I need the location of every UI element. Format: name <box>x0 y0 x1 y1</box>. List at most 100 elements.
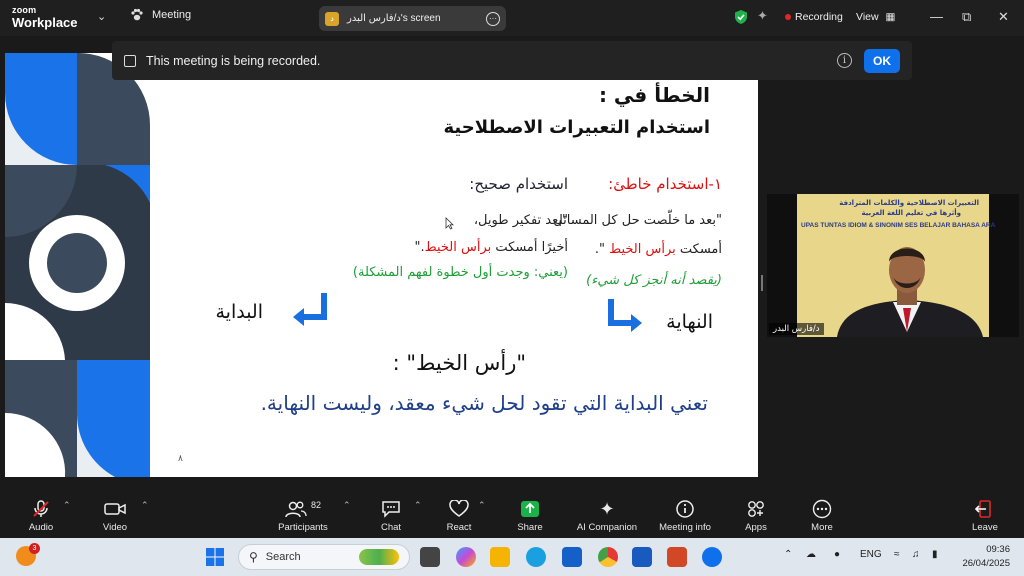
wrong-line2-text: أمسكت <box>675 242 722 257</box>
correct-example-explanation: (يعني: وجدت أول خطوة لفهم المشكلة) <box>352 265 568 280</box>
idiom-heading: "رأس الخيط" : <box>392 351 526 375</box>
leave-label: Leave <box>972 522 998 533</box>
windows-start-icon[interactable] <box>206 548 224 566</box>
video-banner-line3: UPAS TUNTAS IDIOM & SINONIM SES BELAJAR … <box>801 222 996 229</box>
search-placeholder: Search <box>265 551 301 563</box>
presenter-avatar: د <box>325 11 339 26</box>
mouse-cursor-icon <box>445 217 454 230</box>
right-line2-idiom: برأس الخيط <box>424 240 492 255</box>
recording-indicator[interactable]: Recording <box>785 11 843 23</box>
idiom-meaning: تعني البداية التي تقود لحل شيء معقد، ولي… <box>260 391 708 415</box>
restore-icon[interactable]: ⧉ <box>962 9 971 25</box>
mic-muted-icon <box>33 500 49 517</box>
start-label: البداية <box>215 301 263 323</box>
search-icon: ⚲ <box>249 550 258 564</box>
video-button[interactable]: Video <box>82 498 148 533</box>
microphone-tray-icon[interactable]: ● <box>834 549 840 560</box>
language-indicator[interactable]: ENG <box>860 549 882 560</box>
brand-small: zoom <box>12 5 37 15</box>
slide-content: الخطأ في : استخدام التعبيرات الاصطلاحية … <box>150 53 758 477</box>
leave-button[interactable]: Leave <box>952 498 1018 533</box>
end-label: النهاية <box>666 311 713 333</box>
ai-companion-icon: ✦ <box>599 498 615 519</box>
battery-icon[interactable]: ▮ <box>932 549 938 560</box>
copy-window-icon <box>124 54 136 67</box>
chevron-down-icon[interactable]: ⌄ <box>97 10 106 23</box>
onedrive-icon[interactable]: ☁ <box>806 549 816 560</box>
more-options-icon[interactable]: ··· <box>486 11 500 26</box>
wrong-line2-idiom: برأس الخيط <box>609 242 676 257</box>
apps-button[interactable]: Apps <box>723 498 789 533</box>
participant-name-tag: د/فارس البدر <box>769 323 824 335</box>
screen-share-indicator[interactable]: د د/فارس البدر's screen ··· <box>319 6 506 31</box>
search-highlight-icon <box>359 549 399 565</box>
minimize-icon[interactable]: — <box>930 9 943 24</box>
participants-count: 82 <box>310 500 321 510</box>
right-line2-text: أخيرًا أمسكت <box>491 240 568 255</box>
arrow-start-icon <box>293 293 327 326</box>
shared-screen-slide: الخطأ في : استخدام التعبيرات الاصطلاحية … <box>5 53 758 477</box>
video-banner-line2: وأثرها في تعليم اللغة العربية <box>861 209 961 217</box>
view-menu-button[interactable]: View ▦ <box>856 11 895 23</box>
zoom-app-icon[interactable] <box>702 547 722 567</box>
correct-example-line2: أخيرًا أمسكت برأس الخيط." <box>414 240 568 255</box>
split-view-handle[interactable] <box>761 275 763 291</box>
participants-caret-icon[interactable]: ⌃ <box>343 500 351 511</box>
heart-icon <box>449 500 469 517</box>
slide-title-line2: استخدام التعبيرات الاصطلاحية <box>443 117 710 138</box>
more-label: More <box>811 522 833 533</box>
ok-button[interactable]: OK <box>864 48 900 73</box>
view-grid-icon: ▦ <box>885 11 896 23</box>
tray-overflow-icon[interactable]: ⌃ <box>784 549 792 560</box>
participant-video-tile[interactable]: التعبيرات الاصطلاحية والكلمات المترادفة … <box>767 194 1019 337</box>
powerpoint-icon[interactable] <box>667 547 687 567</box>
task-view-icon[interactable] <box>420 547 440 567</box>
weather-widget-icon[interactable]: 3 <box>16 543 40 566</box>
taskbar-search-box[interactable]: ⚲ Search <box>238 544 410 570</box>
ai-sparkle-icon[interactable]: ✦ <box>757 8 768 24</box>
meeting-menu-button[interactable]: Meeting <box>130 8 191 22</box>
wrong-example-line2: أمسكت برأس الخيط ". <box>595 242 722 257</box>
right-line2-end: ." <box>414 240 425 255</box>
chat-icon <box>382 501 400 518</box>
share-button[interactable]: Share <box>497 498 563 533</box>
clock-time: 09:36 <box>986 544 1010 555</box>
chat-label: Chat <box>380 522 402 533</box>
weather-badge: 3 <box>29 543 40 554</box>
slide-number: ٨ <box>178 453 183 463</box>
more-button[interactable]: More <box>789 498 855 533</box>
screen-share-label: د/فارس البدر's screen <box>347 13 441 24</box>
chat-caret-icon[interactable]: ⌃ <box>414 500 422 511</box>
close-icon[interactable]: ✕ <box>998 9 1009 25</box>
react-caret-icon[interactable]: ⌃ <box>478 500 486 511</box>
chrome-browser-icon[interactable] <box>598 547 618 567</box>
meeting-info-button[interactable]: Meeting info <box>648 498 722 533</box>
copilot-icon[interactable] <box>456 547 476 567</box>
meeting-info-label: Meeting info <box>659 522 711 533</box>
audio-caret-icon[interactable]: ⌃ <box>63 500 71 511</box>
participants-button[interactable]: 82 Participants <box>270 498 336 533</box>
paw-icon <box>131 8 143 21</box>
encryption-shield-icon[interactable] <box>734 9 748 25</box>
edge-browser-icon[interactable] <box>526 547 546 567</box>
system-clock[interactable]: 09:36 26/04/2025 <box>960 543 1010 571</box>
wifi-icon[interactable]: ≈ <box>894 549 900 560</box>
microsoft-store-icon[interactable] <box>562 547 582 567</box>
wrong-example-explanation: (يقصد أنه أنجز كل شيء) <box>586 273 722 288</box>
participants-icon <box>285 501 307 518</box>
recording-notice-banner: This meeting is being recorded. i OK <box>112 41 912 80</box>
windows-taskbar: 3 ⚲ Search ⌃ ☁ ● ENG ≈ ♫ ▮ 09:36 26/04/2… <box>0 538 1024 576</box>
apps-label: Apps <box>745 522 767 533</box>
volume-icon[interactable]: ♫ <box>912 549 920 560</box>
share-label: Share <box>517 522 543 533</box>
file-explorer-icon[interactable] <box>490 547 510 567</box>
leave-icon <box>974 500 991 518</box>
zoom-workplace-logo[interactable]: zoom Workplace <box>12 5 78 30</box>
ai-companion-button[interactable]: ✦ AI Companion <box>569 498 645 534</box>
info-icon[interactable]: i <box>837 53 852 68</box>
audio-label: Audio <box>28 522 54 533</box>
word-icon[interactable] <box>632 547 652 567</box>
video-caret-icon[interactable]: ⌃ <box>141 500 149 511</box>
arrow-end-icon <box>608 299 642 332</box>
correct-example-line1: "بعد تفكير طويل، <box>473 213 568 228</box>
